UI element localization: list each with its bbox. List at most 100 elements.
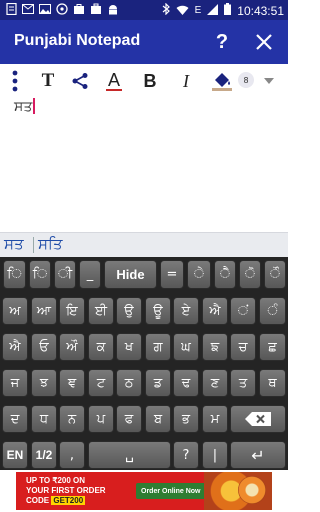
text-style-button[interactable]: T [38,68,58,94]
close-button[interactable] [252,30,276,54]
keyboard-key[interactable]: ਆ [31,297,57,325]
font-size-badge[interactable]: 8 [238,72,254,88]
keyboard-key[interactable]: ਫ [116,405,142,433]
help-button[interactable]: ? [210,28,234,56]
editor-text-line[interactable]: ਸਤ [14,98,35,115]
language-switch-key[interactable]: EN [2,441,28,469]
keyboard-key[interactable]: ਣ [202,369,228,397]
image-icon [38,2,52,16]
keyboard-key[interactable]: ਓ [31,333,57,361]
keyboard-key[interactable]: ਦ [2,405,28,433]
keyboard-key[interactable]: ਢ [173,369,199,397]
android-icon [106,2,120,16]
italic-button[interactable]: I [176,68,196,94]
keyboard-key[interactable]: ਬ [145,405,171,433]
keyboard-key[interactable]: ਗ [145,333,171,361]
close-icon [256,34,272,50]
numbers-key[interactable]: 1/2 [31,441,57,469]
keyboard-key[interactable]: ਔ [59,333,85,361]
note-editor[interactable]: ਸਤ [0,98,288,232]
text-color-swatch [106,89,122,91]
comma-key[interactable]: , [59,441,85,469]
suggestion-item[interactable]: ਸਤਿ [38,235,70,255]
keyboard-key[interactable]: ਧ [31,405,57,433]
ad-line-2: YOUR FIRST ORDER [26,486,106,495]
font-size-dropdown[interactable] [262,68,276,94]
keyboard-key[interactable]: ਕ [88,333,114,361]
space-label: ␣ [125,447,134,463]
keyboard-key[interactable]: ੇ [187,260,211,289]
enter-key[interactable]: ↵ [230,441,286,469]
system-status: E 10:43:51 [162,2,284,18]
keyboard-key[interactable]: ਇ [59,297,85,325]
hide-keyboard-key[interactable]: Hide [104,260,157,289]
ad-banner[interactable]: UP TO ₹200 ON YOUR FIRST ORDER CODE GET2… [0,470,288,512]
keyboard-key[interactable]: ੌ [264,260,286,289]
keyboard-key[interactable]: ਞ [59,369,85,397]
keyboard-key[interactable]: ੈ [214,260,236,289]
app-title: Punjabi Notepad [14,32,141,49]
keyboard-key[interactable]: ਟ [88,369,114,397]
text-color-button[interactable]: A [104,68,124,94]
briefcase-icon [89,2,103,16]
ad-order-button[interactable]: Order Online Now [136,483,206,499]
dropdown-arrow-icon [264,78,274,84]
keyboard-key[interactable]: ੀ [54,260,76,289]
battery-icon [224,3,232,18]
share-button[interactable] [70,68,90,94]
keyboard-key[interactable]: ਠ [116,369,142,397]
keyboard-key[interactable]: ਿ [3,260,26,289]
text-color-label: A [107,70,120,90]
punjabi-keyboard: ਿ ਿ ੀ _ Hide = ੇ ੈ ੋ ੌ ਅ ਆ ਇ ਈ ਉ ਊ ਏ ਐ ਂ… [0,257,288,470]
question-mark-key[interactable]: ? [173,441,199,469]
keyboard-key[interactable]: ਂ [230,297,256,325]
keyboard-key[interactable]: ਜ [2,369,28,397]
keyboard-key[interactable]: ਝ [31,369,57,397]
keyboard-key[interactable]: ਮ [202,405,228,433]
keyboard-key[interactable]: ਏ [173,297,199,325]
keyboard-key[interactable]: ਚ [230,333,256,361]
keyboard-key[interactable]: ੋ [239,260,261,289]
space-key[interactable]: ␣ [88,441,171,469]
keyboard-key[interactable]: ਐ [2,333,28,361]
paint-bucket-icon [212,73,232,91]
formatting-toolbar: T A B I 8 [0,64,288,98]
keyboard-key[interactable]: _ [79,260,101,289]
backspace-key[interactable] [230,405,286,433]
status-bar: E 10:43:51 [0,0,288,20]
share-icon [72,73,88,89]
keyboard-key[interactable]: ਤ [230,369,256,397]
danda-key[interactable]: | [202,441,228,469]
keyboard-key[interactable]: ਖ [116,333,142,361]
keyboard-key[interactable]: ਛ [259,333,286,361]
keyboard-key[interactable]: ਘ [173,333,199,361]
keyboard-key[interactable]: ਈ [88,297,114,325]
keyboard-key[interactable]: ਊ [145,297,171,325]
keyboard-key[interactable]: ਨ [59,405,85,433]
document-icon [4,2,18,16]
keyboard-key[interactable]: ਡ [145,369,171,397]
keyboard-key[interactable]: ਪ [88,405,114,433]
network-type-label: E [194,5,202,16]
ad-creative[interactable]: UP TO ₹200 ON YOUR FIRST ORDER CODE GET2… [16,472,272,510]
keyboard-key[interactable]: ਥ [259,369,286,397]
keyboard-key[interactable]: ਙ [202,333,228,361]
suggestion-item[interactable]: ਸਤ [4,235,32,255]
enter-icon: ↵ [251,445,265,465]
whatsapp-icon [55,2,69,16]
bluetooth-icon [162,2,170,18]
keyboard-key[interactable]: ਅ [2,297,28,325]
keyboard-key[interactable]: = [160,260,184,289]
keyboard-key[interactable]: ੰ [259,297,286,325]
signal-icon [207,3,219,18]
bold-button[interactable]: B [140,68,160,94]
bag-icon [72,2,86,16]
keyboard-key[interactable]: ਭ [173,405,199,433]
keyboard-key[interactable]: ਐ [202,297,228,325]
more-vertical-icon [12,70,18,92]
overflow-menu-button[interactable] [8,68,22,94]
fill-color-button[interactable] [210,68,234,94]
keyboard-key[interactable]: ਿ [29,260,51,289]
backspace-icon [245,412,271,426]
keyboard-key[interactable]: ਉ [116,297,142,325]
